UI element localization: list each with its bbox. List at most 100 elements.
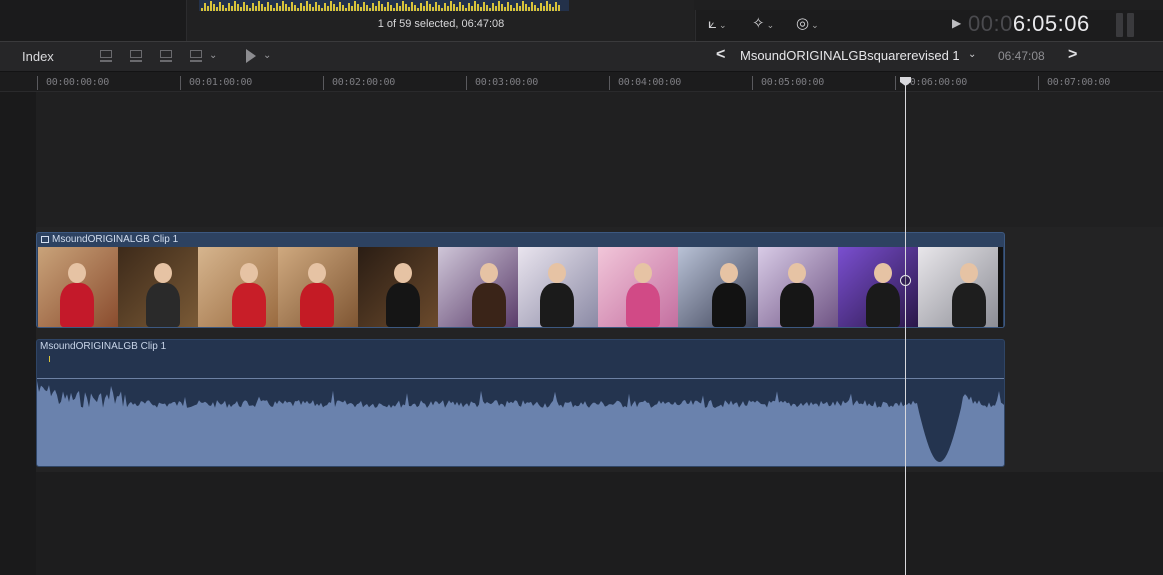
overwrite-clip-icon[interactable] (188, 48, 206, 64)
ruler-tick (180, 76, 181, 90)
mini-wave-bar (351, 6, 353, 11)
ruler-label: 00:07:00:00 (1047, 77, 1110, 88)
index-button[interactable]: Index (22, 49, 54, 64)
crop-transform-icon[interactable]: ⟀ ⌄ (708, 14, 727, 34)
playhead[interactable] (905, 79, 906, 575)
next-project-button[interactable]: > (1068, 46, 1077, 64)
mini-wave-bar (330, 1, 332, 11)
magic-wand-icon[interactable]: ✧ ⌄ (752, 14, 774, 34)
project-name[interactable]: MsoundORIGINALGBsquarerevised 1 (740, 48, 960, 63)
frame-figure-head (480, 263, 498, 283)
frame-figure (866, 283, 900, 327)
mini-wave-bar (234, 1, 236, 11)
mini-wave-bar (414, 5, 416, 11)
video-clip[interactable]: MsoundORIGINALGB Clip 1 (36, 232, 1005, 328)
mini-wave-bar (543, 6, 545, 11)
mini-wave-bar (270, 5, 272, 11)
ruler-label: 00:03:00:00 (475, 77, 538, 88)
mini-wave-bar (375, 6, 377, 11)
mini-wave-bar (408, 7, 410, 11)
ruler-tick (466, 76, 467, 90)
filmstrip-frame (278, 247, 358, 327)
timeline-ruler[interactable]: 00:00:00:00 00:01:00:00 00:02:00:00 00:0… (0, 72, 1163, 92)
mini-wave-bar (354, 1, 356, 11)
ruler-label: 00:05:00:00 (761, 77, 824, 88)
mini-wave-bar (315, 2, 317, 11)
ruler-tick (752, 76, 753, 90)
mini-wave-bar (297, 8, 299, 11)
mini-wave-bar (219, 2, 221, 11)
previous-project-button[interactable]: < (716, 46, 725, 64)
speed-retime-icon[interactable]: ◎ ⌄ (796, 14, 819, 34)
mini-wave-bar (216, 7, 218, 11)
frame-figure-head (68, 263, 86, 283)
project-menu-chevron-icon[interactable]: ⌄ (968, 49, 976, 60)
mini-wave-bar (267, 2, 269, 11)
filmstrip-frame (38, 247, 118, 327)
tool-menu-chevron-icon[interactable]: ⌄ (263, 50, 271, 61)
filmstrip-frame (598, 247, 678, 327)
mini-wave-bar (210, 1, 212, 11)
waveform-peak (49, 356, 50, 362)
insert-clip-icon[interactable] (128, 48, 146, 64)
filmstrip-frame (438, 247, 518, 327)
timeline-toolbar: Index ⌄ ⌄ < MsoundORIGINALGBsquarerevise… (0, 41, 1163, 72)
mini-wave-bar (513, 8, 515, 11)
mini-wave-bar (384, 7, 386, 11)
ruler-label: 00:00:00:00 (46, 77, 109, 88)
mini-wave-bar (429, 4, 431, 11)
mini-wave-bar (534, 5, 536, 11)
ruler-tick (37, 76, 38, 90)
filmstrip-frame (758, 247, 838, 327)
mini-wave-bar (348, 3, 350, 11)
frame-figure-head (394, 263, 412, 283)
mini-wave-bar (303, 6, 305, 11)
frame-figure (146, 283, 180, 327)
viewer-controls: ⟀ ⌄ ✧ ⌄ ◎ ⌄ ▶ 00:06:05:06 (695, 10, 1163, 41)
browser-filmstrip-waveform[interactable] (199, 0, 569, 11)
mini-wave-bar (264, 7, 266, 11)
audio-lane-empty[interactable] (36, 472, 1163, 575)
audio-clip[interactable]: MsoundORIGINALGB Clip 1 (36, 339, 1005, 467)
frame-figure-head (240, 263, 258, 283)
mini-wave-bar (372, 3, 374, 11)
edit-mode-chevron-icon[interactable]: ⌄ (209, 50, 217, 61)
frame-figure-head (874, 263, 892, 283)
frame-figure-head (788, 263, 806, 283)
mini-wave-bar (204, 3, 206, 11)
browser-panel: 1 of 59 selected, 06:47:08 (186, 0, 694, 41)
mini-wave-bar (276, 3, 278, 11)
viewer-timecode[interactable]: 00:06:05:06 (968, 11, 1090, 37)
mini-wave-bar (504, 7, 506, 11)
append-clip-icon[interactable] (158, 48, 176, 64)
play-icon[interactable]: ▶ (952, 16, 961, 30)
audio-meter-right (1127, 13, 1134, 37)
ruler-label: 00:02:00:00 (332, 77, 395, 88)
mini-wave-bar (282, 1, 284, 11)
mini-wave-bar (369, 8, 371, 11)
mini-wave-bar (378, 1, 380, 11)
frame-figure (540, 283, 574, 327)
ruler-tick (609, 76, 610, 90)
mini-wave-bar (456, 7, 458, 11)
audio-clip-label: MsoundORIGINALGB Clip 1 (40, 341, 167, 352)
frame-figure-head (634, 263, 652, 283)
mini-wave-bar (510, 5, 512, 11)
mini-wave-bar (309, 4, 311, 11)
volume-line[interactable] (37, 378, 1004, 379)
mini-wave-bar (447, 6, 449, 11)
connected-clips-lane[interactable] (36, 92, 1163, 227)
select-tool-icon[interactable] (246, 49, 256, 63)
mini-wave-bar (291, 2, 293, 11)
mini-wave-bar (426, 1, 428, 11)
mini-wave-bar (201, 8, 203, 11)
filmstrip-frame (118, 247, 198, 327)
mini-wave-bar (252, 3, 254, 11)
ruler-label: 00:04:00:00 (618, 77, 681, 88)
mini-wave-bar (381, 4, 383, 11)
mini-wave-bar (342, 5, 344, 11)
filmstrip-frame (678, 247, 758, 327)
mini-wave-bar (300, 3, 302, 11)
connect-clip-icon[interactable] (98, 48, 116, 64)
mini-wave-bar (489, 8, 491, 11)
